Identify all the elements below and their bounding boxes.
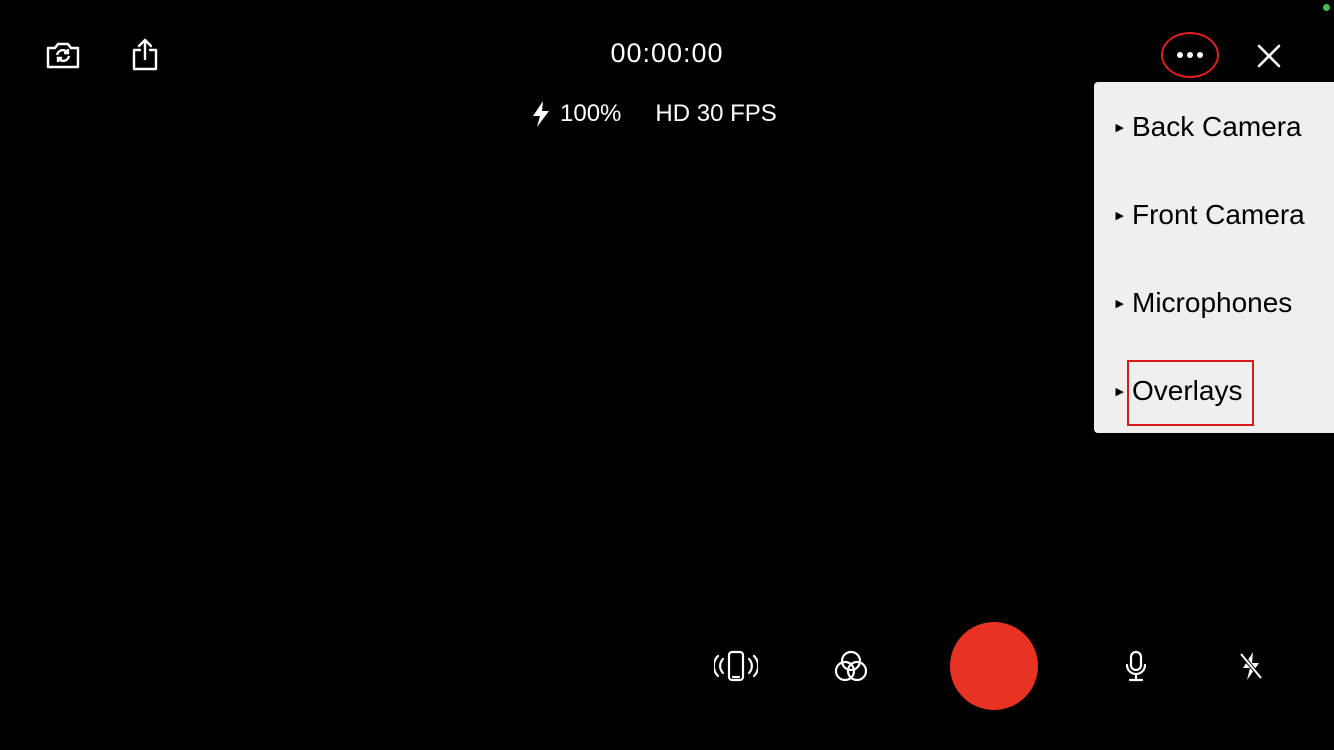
battery-level: 100%	[560, 100, 622, 127]
color-filter-icon[interactable]	[834, 650, 868, 682]
close-icon[interactable]	[1257, 44, 1281, 68]
vibrate-phone-icon[interactable]	[714, 650, 758, 682]
disclosure-triangle-icon: ▶	[1115, 209, 1124, 222]
highlight-box	[1127, 360, 1254, 426]
flash-off-icon[interactable]	[1238, 650, 1264, 682]
privacy-indicator	[1323, 4, 1330, 11]
menu-item-microphones[interactable]: ▶ Microphones	[1094, 283, 1293, 323]
menu-item-back-camera[interactable]: ▶ Back Camera	[1094, 107, 1302, 147]
ellipsis-icon	[1176, 51, 1204, 59]
more-button[interactable]	[1161, 32, 1219, 78]
record-button[interactable]	[950, 622, 1038, 710]
bolt-icon	[530, 100, 552, 128]
menu-item-front-camera[interactable]: ▶ Front Camera	[1094, 195, 1305, 235]
disclosure-triangle-icon: ▶	[1115, 121, 1124, 134]
microphone-icon[interactable]	[1124, 650, 1148, 682]
recording-timer: 00:00:00	[610, 38, 724, 68]
status-bar: 100% HD 30 FPS	[530, 100, 777, 128]
options-menu: ▶ Back Camera ▶ Front Camera ▶ Microphon…	[1094, 82, 1334, 433]
disclosure-triangle-icon: ▶	[1115, 297, 1124, 310]
video-format: HD 30 FPS	[655, 100, 777, 127]
